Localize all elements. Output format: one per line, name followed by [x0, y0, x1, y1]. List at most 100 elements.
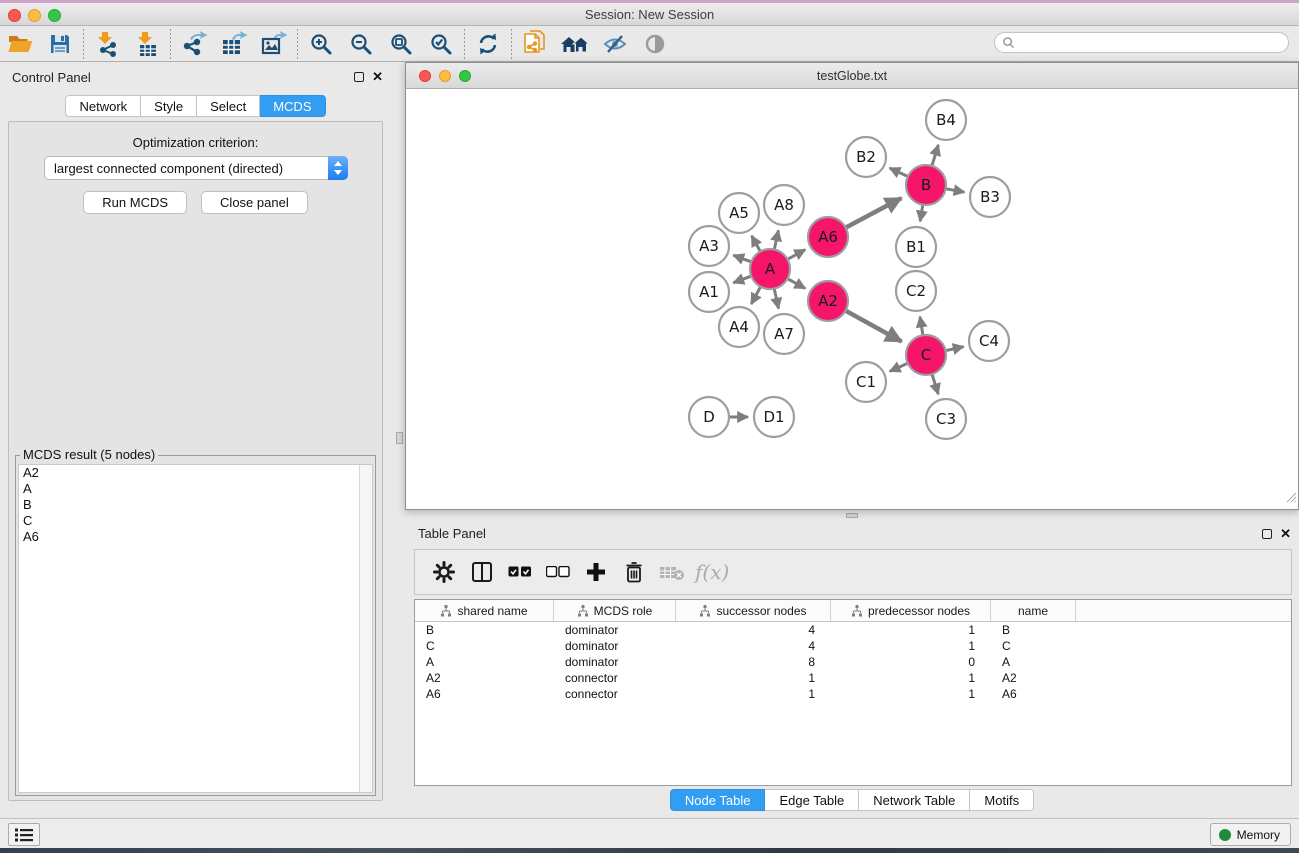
graph-node-C3[interactable]: C3 [926, 399, 966, 439]
hide-glass-icon[interactable] [595, 28, 635, 60]
network-canvas[interactable]: AA1A2A3A4A5A6A7A8BB1B2B3B4CC1C2C3C4DD1 [406, 89, 1298, 509]
graph-node-C4[interactable]: C4 [969, 321, 1009, 361]
column-header-mcds-role[interactable]: MCDS role [554, 600, 676, 621]
tab-style[interactable]: Style [141, 95, 197, 117]
graph-edge-A-A5[interactable] [752, 236, 761, 252]
graph-edge-B-B2[interactable] [890, 168, 908, 177]
node-table[interactable]: shared nameMCDS rolesuccessor nodesprede… [414, 599, 1292, 786]
import-table-icon[interactable] [127, 28, 167, 60]
export-table-icon[interactable] [214, 28, 254, 60]
column-header-shared-name[interactable]: shared name [415, 600, 554, 621]
table-cell[interactable]: A2 [415, 671, 554, 685]
graph-edge-A-A4[interactable] [751, 287, 760, 304]
graph-edge-C-C4[interactable] [946, 347, 964, 351]
table-row[interactable]: Cdominator41C [415, 638, 1291, 654]
table-cell[interactable]: 1 [831, 687, 991, 701]
graph-edge-C-C1[interactable] [890, 363, 908, 371]
tab-mcds[interactable]: MCDS [260, 95, 325, 117]
table-cell[interactable]: 4 [676, 639, 831, 653]
refresh-icon[interactable] [468, 28, 508, 60]
graph-node-A2[interactable]: A2 [808, 281, 848, 321]
tab-edge-table[interactable]: Edge Table [765, 789, 859, 811]
table-cell[interactable]: C [415, 639, 554, 653]
graph-edge-C-C2[interactable] [920, 317, 923, 336]
table-cell[interactable]: 1 [831, 639, 991, 653]
export-image-icon[interactable] [254, 28, 294, 60]
table-cell[interactable]: 1 [831, 623, 991, 637]
graph-edge-A6-B[interactable] [846, 198, 902, 228]
table-cell[interactable]: dominator [554, 639, 676, 653]
column-header-predecessor-nodes[interactable]: predecessor nodes [831, 600, 991, 621]
graph-edge-A-A2[interactable] [788, 279, 806, 289]
close-table-panel-icon[interactable]: ✕ [1280, 528, 1291, 540]
zoom-fit-icon[interactable] [381, 28, 421, 60]
memory-button[interactable]: Memory [1210, 823, 1291, 846]
table-row[interactable]: A2connector11A2 [415, 670, 1291, 686]
tab-select[interactable]: Select [197, 95, 260, 117]
criterion-dropdown[interactable]: largest connected component (directed) [44, 156, 348, 180]
table-cell[interactable]: A6 [415, 687, 554, 701]
tab-node-table[interactable]: Node Table [670, 789, 766, 811]
table-cell[interactable]: A [415, 655, 554, 669]
run-mcds-button[interactable]: Run MCDS [83, 191, 187, 214]
split-divider-handle[interactable] [846, 513, 858, 518]
search-input[interactable] [1019, 36, 1288, 50]
table-cell[interactable]: 1 [676, 687, 831, 701]
graph-node-A3[interactable]: A3 [689, 226, 729, 266]
create-column-plus-icon[interactable] [579, 555, 613, 589]
graph-node-A1[interactable]: A1 [689, 272, 729, 312]
split-divider-handle[interactable] [396, 432, 403, 444]
table-cell[interactable]: dominator [554, 623, 676, 637]
graph-node-B4[interactable]: B4 [926, 100, 966, 140]
graph-node-D1[interactable]: D1 [754, 397, 794, 437]
home-legacy-gui-icon[interactable] [555, 28, 595, 60]
graph-edge-B-B3[interactable] [946, 189, 965, 193]
result-list-scrollbar[interactable] [359, 465, 372, 792]
mcds-result-list[interactable]: A2ABCA6 [18, 464, 373, 793]
show-hide-panels-icon[interactable] [635, 28, 675, 60]
graph-node-B[interactable]: B [906, 165, 946, 205]
float-table-panel-icon[interactable] [1262, 529, 1272, 539]
column-header-name[interactable]: name [991, 600, 1076, 621]
graph-edge-B-B4[interactable] [932, 145, 938, 166]
graph-edge-C-C3[interactable] [932, 374, 938, 394]
graph-edge-A-A1[interactable] [733, 276, 751, 283]
table-cell[interactable]: 8 [676, 655, 831, 669]
graph-node-A8[interactable]: A8 [764, 185, 804, 225]
table-cell[interactable]: dominator [554, 655, 676, 669]
save-session-icon[interactable] [40, 28, 80, 60]
result-item[interactable]: B [19, 497, 372, 513]
zoom-out-icon[interactable] [341, 28, 381, 60]
open-session-icon[interactable] [0, 28, 40, 60]
graph-node-B2[interactable]: B2 [846, 137, 886, 177]
table-cell[interactable]: 4 [676, 623, 831, 637]
graph-edge-A-A3[interactable] [733, 255, 751, 262]
result-item[interactable]: A6 [19, 529, 372, 545]
result-item[interactable]: A [19, 481, 372, 497]
table-cell[interactable]: 1 [831, 671, 991, 685]
graph-node-A[interactable]: A [750, 249, 790, 289]
graph-node-B3[interactable]: B3 [970, 177, 1010, 217]
table-cell[interactable]: 1 [676, 671, 831, 685]
table-cell[interactable]: connector [554, 687, 676, 701]
delete-column-trash-icon[interactable] [617, 555, 651, 589]
graph-edge-A-A6[interactable] [788, 250, 806, 260]
table-cell[interactable]: B [415, 623, 554, 637]
graph-edge-A-A8[interactable] [774, 230, 778, 249]
network-graph[interactable]: AA1A2A3A4A5A6A7A8BB1B2B3B4CC1C2C3C4DD1 [406, 89, 1298, 509]
result-item[interactable]: C [19, 513, 372, 529]
column-header-successor-nodes[interactable]: successor nodes [676, 600, 831, 621]
table-cell[interactable]: connector [554, 671, 676, 685]
table-cell[interactable]: A [991, 655, 1076, 669]
table-cell[interactable]: A6 [991, 687, 1076, 701]
select-all-columns-icon[interactable] [503, 555, 537, 589]
graph-edge-A-A7[interactable] [774, 289, 778, 309]
table-cell[interactable]: C [991, 639, 1076, 653]
import-network-icon[interactable] [87, 28, 127, 60]
table-cell[interactable]: B [991, 623, 1076, 637]
show-column-panel-icon[interactable] [465, 555, 499, 589]
unselect-all-columns-icon[interactable] [541, 555, 575, 589]
graph-node-C1[interactable]: C1 [846, 362, 886, 402]
table-row[interactable]: Bdominator41B [415, 622, 1291, 638]
tab-network[interactable]: Network [65, 95, 141, 117]
